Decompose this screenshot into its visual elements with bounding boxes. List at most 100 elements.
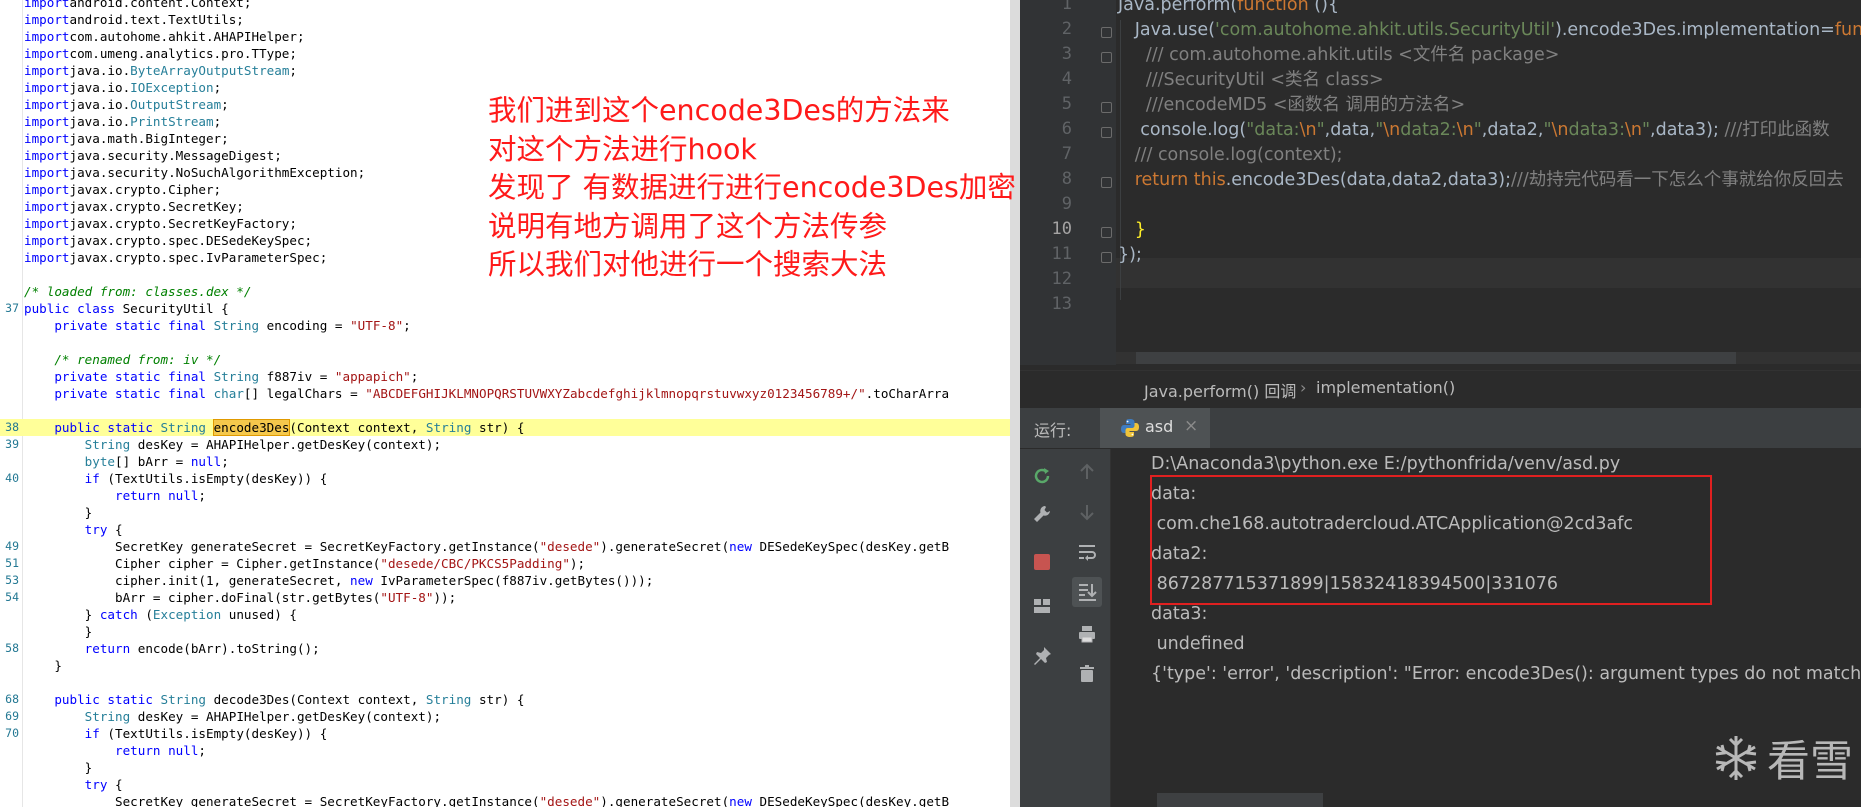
code-token: private static final <box>54 386 214 401</box>
editor-horizontal-scrollbar[interactable] <box>1116 352 1861 364</box>
code-text: return null; <box>24 742 206 759</box>
watermark-text: 看雪 <box>1767 737 1853 787</box>
fold-marker-icon[interactable] <box>1101 227 1112 238</box>
fold-marker-icon[interactable] <box>1101 27 1112 38</box>
code-token: \n <box>1383 120 1401 140</box>
scroll-to-end-icon[interactable] <box>1072 577 1102 607</box>
run-console[interactable]: D:\Anaconda3\python.exe E:/pythonfrida/v… <box>1111 449 1861 807</box>
code-token: String <box>213 369 260 384</box>
code-token: public static <box>54 420 161 435</box>
python-icon <box>1121 419 1139 437</box>
code-token: } <box>24 505 93 520</box>
line-number: 39 <box>5 437 19 451</box>
code-line: 37 public class SecurityUtil { <box>0 300 1010 317</box>
code-token: new <box>729 794 760 807</box>
fold-marker-icon[interactable] <box>1101 102 1112 113</box>
code-line: return null; <box>0 487 1010 504</box>
breadcrumb-separator: › <box>1300 378 1307 397</box>
editor-line-number: 9 <box>1061 194 1072 214</box>
code-token: new <box>350 573 381 588</box>
code-token: import <box>24 0 70 10</box>
code-token: PrintStream <box>130 114 214 129</box>
code-text: importjava.io.OutputStream; <box>24 96 229 113</box>
code-token: Exception <box>152 607 222 622</box>
code-token: bArr = cipher.doFinal(str.getBytes( <box>24 590 381 605</box>
js-editor[interactable]: 1 2 3 4 5 6 7 8 9 10 11 12 13 Java.perform(function … <box>1020 0 1861 365</box>
code-token: import <box>24 46 70 61</box>
code-text: bArr = cipher.doFinal(str.getBytes("UTF-… <box>24 589 456 606</box>
code-token: import <box>24 114 70 129</box>
code-text: public class SecurityUtil { <box>24 300 229 317</box>
code-token: "ABCDEFGHIJKLMNOPQRSTUVWXYZabcdefghijklm… <box>365 386 866 401</box>
code-text: String desKey = AHAPIHelper.getDesKey(co… <box>24 708 441 725</box>
code-token: char <box>213 386 244 401</box>
line-number: 53 <box>5 573 19 587</box>
code-line: importandroid.content.Context; <box>0 0 1010 11</box>
scrollbar-thumb[interactable] <box>1136 352 1736 364</box>
run-tab-bar: 运行: asd × <box>1020 407 1861 449</box>
code-line: } <box>0 623 1010 640</box>
code-token: " <box>1473 120 1482 140</box>
code-line: 40 if (TextUtils.isEmpty(desKey)) { <box>0 470 1010 487</box>
print-icon[interactable] <box>1072 619 1102 649</box>
code-text: cipher.init(1, generateSecret, new IvPar… <box>24 572 653 589</box>
code-token: try <box>84 522 116 537</box>
code-token: Java.use( <box>1118 20 1216 40</box>
code-token: \n <box>1456 120 1474 140</box>
code-token: return this <box>1118 170 1226 190</box>
code-token: "desede" <box>539 794 601 807</box>
console-horizontal-scrollbar[interactable] <box>1157 793 1323 807</box>
arrow-up-icon[interactable] <box>1072 457 1102 487</box>
fold-marker-icon[interactable] <box>1101 252 1112 263</box>
code-text: return null; <box>24 487 206 504</box>
code-text: } <box>24 504 93 521</box>
wrench-icon[interactable] <box>1027 499 1057 529</box>
code-token: 'com.autohome.ahkit.utils.SecurityUtil' <box>1215 20 1555 40</box>
close-icon[interactable]: × <box>1184 416 1198 436</box>
fold-marker-icon[interactable] <box>1101 52 1112 63</box>
code-token: import <box>24 29 70 44</box>
code-token: ; <box>403 318 411 333</box>
code-text: importandroid.content.Context; <box>24 0 251 11</box>
code-token: String <box>160 692 207 707</box>
rerun-icon[interactable] <box>1027 461 1057 491</box>
editor-line-number: 12 <box>1051 269 1072 289</box>
run-tab-asd[interactable]: asd × <box>1100 408 1210 448</box>
code-text: try { <box>24 776 123 793</box>
code-token: import <box>24 182 70 197</box>
code-text: importjava.io.PrintStream; <box>24 113 221 130</box>
code-text: importjava.io.ByteArrayOutputStream; <box>24 62 297 79</box>
code-token: "desede" <box>539 539 601 554</box>
code-token: (){ <box>1314 0 1340 15</box>
editor-line-number: 4 <box>1061 69 1072 89</box>
line-number: 58 <box>5 641 19 655</box>
annotation-line: 发现了 有数据进行进行encode3Des加密 <box>488 171 1016 204</box>
code-line: try { <box>0 521 1010 538</box>
code-line: private static final String f887iv = "ap… <box>0 368 1010 385</box>
arrow-down-icon[interactable] <box>1072 497 1102 527</box>
fold-marker-icon[interactable] <box>1101 127 1112 138</box>
code-token: String <box>425 420 472 435</box>
code-token: return <box>84 641 138 656</box>
trash-icon[interactable] <box>1072 659 1102 689</box>
stop-icon[interactable] <box>1027 547 1057 577</box>
console-line: undefined <box>1151 634 1245 654</box>
layout-icon[interactable] <box>1027 591 1057 621</box>
code-line: 54 bArr = cipher.doFinal(str.getBytes("U… <box>0 589 1010 606</box>
code-token: .encode3Des(data,data2,data3); <box>1225 170 1512 190</box>
code-text: importjavax.crypto.spec.DESedeKeySpec; <box>24 232 312 249</box>
pin-icon[interactable] <box>1027 641 1057 671</box>
breadcrumb-item[interactable]: Java.perform() 回调 <box>1144 378 1296 402</box>
code-token: import <box>24 199 70 214</box>
code-token: null <box>190 454 222 469</box>
breadcrumb-item[interactable]: implementation() <box>1316 378 1455 397</box>
code-token: ByteArrayOutputStream <box>130 63 290 78</box>
code-token: ).encode3Des.implementation= <box>1555 20 1835 40</box>
code-text: importjava.io.IOException; <box>24 79 221 96</box>
soft-wrap-icon[interactable] <box>1072 537 1102 567</box>
code-token: { <box>115 522 123 537</box>
fold-marker-icon[interactable] <box>1101 177 1112 188</box>
code-line: } <box>0 657 1010 674</box>
console-line: {'type': 'error', 'description': "Error:… <box>1151 664 1861 684</box>
